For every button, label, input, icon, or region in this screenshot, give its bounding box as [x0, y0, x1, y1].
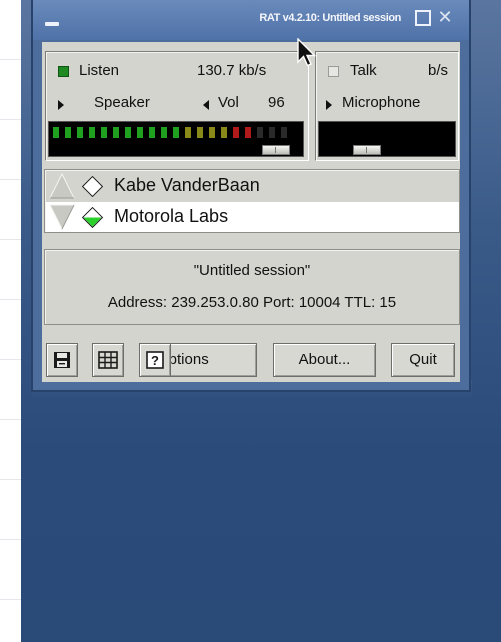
- floppy-disk-icon: [54, 352, 70, 368]
- participant-name: Motorola Labs: [114, 206, 229, 226]
- level-segment: [137, 127, 143, 138]
- mouse-cursor-icon: [297, 38, 317, 67]
- level-segment: [125, 127, 131, 138]
- listen-led[interactable]: [58, 66, 69, 77]
- talk-led[interactable]: [328, 66, 339, 77]
- scroll-up-icon[interactable]: [48, 172, 76, 200]
- volume-slider-thumb[interactable]: [262, 145, 290, 155]
- speaker-arrow-icon[interactable]: [58, 100, 64, 110]
- window-title: RAT v4.2.10: Untitled session: [259, 12, 401, 24]
- transmit-level-meter: [318, 121, 456, 157]
- level-segment: [185, 127, 191, 138]
- level-segment: [233, 127, 239, 138]
- microphone-arrow-icon[interactable]: [326, 100, 332, 110]
- level-segment: [161, 127, 167, 138]
- quit-button[interactable]: Quit: [391, 343, 455, 377]
- session-title: "Untitled session": [193, 262, 311, 279]
- participant-row-1[interactable]: Motorola Labs: [46, 202, 459, 232]
- transmit-section: Talk b/s Microphone: [315, 51, 459, 161]
- level-segment: [281, 127, 287, 138]
- microphone-label[interactable]: Microphone: [342, 94, 420, 111]
- talk-label[interactable]: Talk: [350, 62, 377, 79]
- speaker-label[interactable]: Speaker: [94, 94, 150, 111]
- volume-label: Vol: [218, 94, 239, 111]
- main-panel: Listen 130.7 kb/s Speaker Vol 96 Talk b/…: [42, 42, 460, 382]
- participant-status-icon: [81, 206, 104, 229]
- level-segment: [53, 127, 59, 138]
- grid-icon: [98, 351, 118, 369]
- level-segment: [101, 127, 107, 138]
- help-glyph: ?: [151, 353, 159, 368]
- listen-label[interactable]: Listen: [79, 62, 119, 79]
- session-info: "Untitled session" Address: 239.253.0.80…: [44, 249, 460, 325]
- scroll-down-icon[interactable]: [48, 203, 76, 231]
- level-segment: [257, 127, 263, 138]
- level-segment: [113, 127, 119, 138]
- gain-slider-thumb[interactable]: [353, 145, 381, 155]
- participant-name: Kabe VanderBaan: [114, 175, 260, 195]
- receive-section: Listen 130.7 kb/s Speaker Vol 96: [45, 51, 309, 161]
- save-button[interactable]: [46, 343, 78, 377]
- maximize-icon[interactable]: [415, 10, 431, 26]
- level-segment: [89, 127, 95, 138]
- about-button[interactable]: About...: [273, 343, 376, 377]
- title-bar[interactable]: RAT v4.2.10: Untitled session ✕: [33, 0, 469, 40]
- level-segment: [173, 127, 179, 138]
- level-segment: [65, 127, 71, 138]
- level-segment: [209, 127, 215, 138]
- session-address: Address: 239.253.0.80 Port: 10004 TTL: 1…: [107, 294, 397, 311]
- receive-level-meter: [48, 121, 304, 157]
- receive-bitrate: 130.7 kb/s: [197, 62, 267, 79]
- level-segment: [245, 127, 251, 138]
- participant-list: Kabe VanderBaan Motorola Labs: [44, 169, 460, 233]
- volume-value: 96: [268, 94, 285, 111]
- level-segment: [77, 127, 83, 138]
- volume-arrow-icon[interactable]: [203, 100, 209, 110]
- transmit-bitrate: b/s: [428, 62, 449, 79]
- level-segment: [221, 127, 227, 138]
- rat-window: RAT v4.2.10: Untitled session ✕ Listen 1…: [31, 0, 471, 392]
- help-button[interactable]: ?: [140, 344, 171, 376]
- grid-button[interactable]: [92, 343, 124, 377]
- close-icon[interactable]: ✕: [437, 8, 453, 26]
- level-segment: [197, 127, 203, 138]
- options-button[interactable]: Options ?: [139, 343, 257, 377]
- participant-status-icon: [81, 175, 104, 198]
- level-segment: [149, 127, 155, 138]
- level-segment: [269, 127, 275, 138]
- participant-row-0[interactable]: Kabe VanderBaan: [46, 171, 459, 201]
- help-icon: ?: [146, 351, 164, 369]
- window-menu-icon[interactable]: [45, 22, 59, 26]
